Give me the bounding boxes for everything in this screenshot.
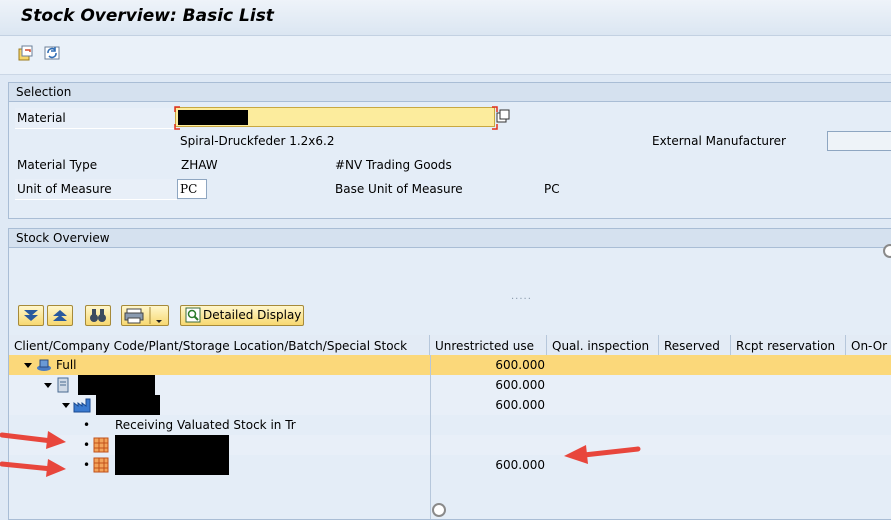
- external-manufacturer-field[interactable]: [827, 131, 891, 151]
- binoculars-icon: [90, 309, 106, 322]
- page-title: Stock Overview: Basic List: [21, 6, 274, 26]
- refresh-icon[interactable]: [43, 44, 61, 62]
- table-row[interactable]: • Receiving Valuated Stock in Tr: [9, 415, 891, 435]
- redacted-plant: [96, 395, 160, 415]
- unrestricted-value: 600.000: [495, 398, 545, 412]
- uom-field[interactable]: PC: [177, 179, 207, 199]
- column-header-on-order[interactable]: On-Or: [846, 335, 891, 357]
- material-input[interactable]: [174, 106, 498, 130]
- unrestricted-value: 600.000: [495, 378, 545, 392]
- detailed-display-icon: [185, 307, 201, 328]
- collapse-all-button[interactable]: [47, 305, 73, 326]
- table-row[interactable]: Full 600.000: [9, 355, 891, 375]
- row-label: Receiving Valuated Stock in Tr: [115, 418, 296, 432]
- redacted-company-code: [78, 375, 155, 395]
- selection-group-title: Selection: [9, 83, 891, 102]
- expand-all-icon: [24, 310, 38, 321]
- external-manufacturer-label: External Manufacturer: [652, 134, 786, 148]
- table-row[interactable]: •: [9, 435, 891, 475]
- material-description: Spiral-Druckfeder 1.2x6.2: [180, 134, 335, 148]
- column-header-hierarchy[interactable]: Client/Company Code/Plant/Storage Locati…: [9, 335, 430, 357]
- base-uom-value: PC: [544, 182, 560, 196]
- scroll-handle-bottom[interactable]: [432, 503, 446, 517]
- tree-bullet: •: [83, 458, 91, 472]
- required-field-marker: [174, 106, 498, 130]
- base-uom-label: Base Unit of Measure: [335, 182, 463, 196]
- table-row[interactable]: • 600.000: [9, 455, 891, 475]
- row-label: Full: [56, 358, 77, 372]
- unrestricted-value: 600.000: [495, 358, 545, 372]
- column-header-rcpt-reservation[interactable]: Rcpt reservation: [731, 335, 846, 357]
- value-help-icon[interactable]: [495, 109, 511, 125]
- application-toolbar: [0, 36, 891, 75]
- material-type-text: #NV Trading Goods: [335, 158, 452, 172]
- column-header-reserved[interactable]: Reserved: [659, 335, 731, 357]
- material-type-code: ZHAW: [181, 158, 218, 172]
- tree-bullet: •: [83, 438, 91, 452]
- table-row[interactable]: 600.000: [9, 395, 891, 415]
- collapse-all-icon: [53, 310, 67, 321]
- print-icon: [124, 307, 162, 324]
- material-label: Material: [15, 108, 177, 129]
- column-header-qual-inspection[interactable]: Qual. inspection: [547, 335, 659, 357]
- material-type-label: Material Type: [17, 158, 98, 172]
- column-header-unrestricted[interactable]: Unrestricted use: [430, 335, 547, 357]
- detailed-display-label: Detailed Display: [203, 308, 302, 322]
- stock-overview-group: Stock Overview ..... Detailed Display Cl…: [8, 228, 891, 520]
- annotation-arrow-icon: [0, 431, 66, 449]
- column-divider: [430, 355, 431, 519]
- find-button[interactable]: [85, 305, 111, 326]
- selection-group: Selection Material Spiral-Druckfeder 1.2…: [8, 82, 891, 219]
- annotation-arrow-icon: [564, 445, 641, 464]
- uom-label: Unit of Measure: [15, 179, 177, 200]
- detailed-display-button[interactable]: Detailed Display: [180, 305, 304, 326]
- stock-overview-group-title: Stock Overview: [9, 229, 891, 248]
- print-dropdown-button[interactable]: [121, 305, 169, 326]
- expand-all-button[interactable]: [18, 305, 44, 326]
- new-window-icon[interactable]: [16, 44, 34, 62]
- table-row[interactable]: 600.000: [9, 375, 891, 395]
- tree-bullet: •: [83, 418, 91, 432]
- unrestricted-value: 600.000: [495, 458, 545, 472]
- grid-toolbar: Detailed Display: [9, 301, 891, 333]
- title-bar: Stock Overview: Basic List: [0, 0, 891, 36]
- annotation-arrow-icon: [0, 459, 66, 477]
- storage-location-icon: [93, 457, 109, 479]
- scroll-handle-top[interactable]: [883, 244, 891, 258]
